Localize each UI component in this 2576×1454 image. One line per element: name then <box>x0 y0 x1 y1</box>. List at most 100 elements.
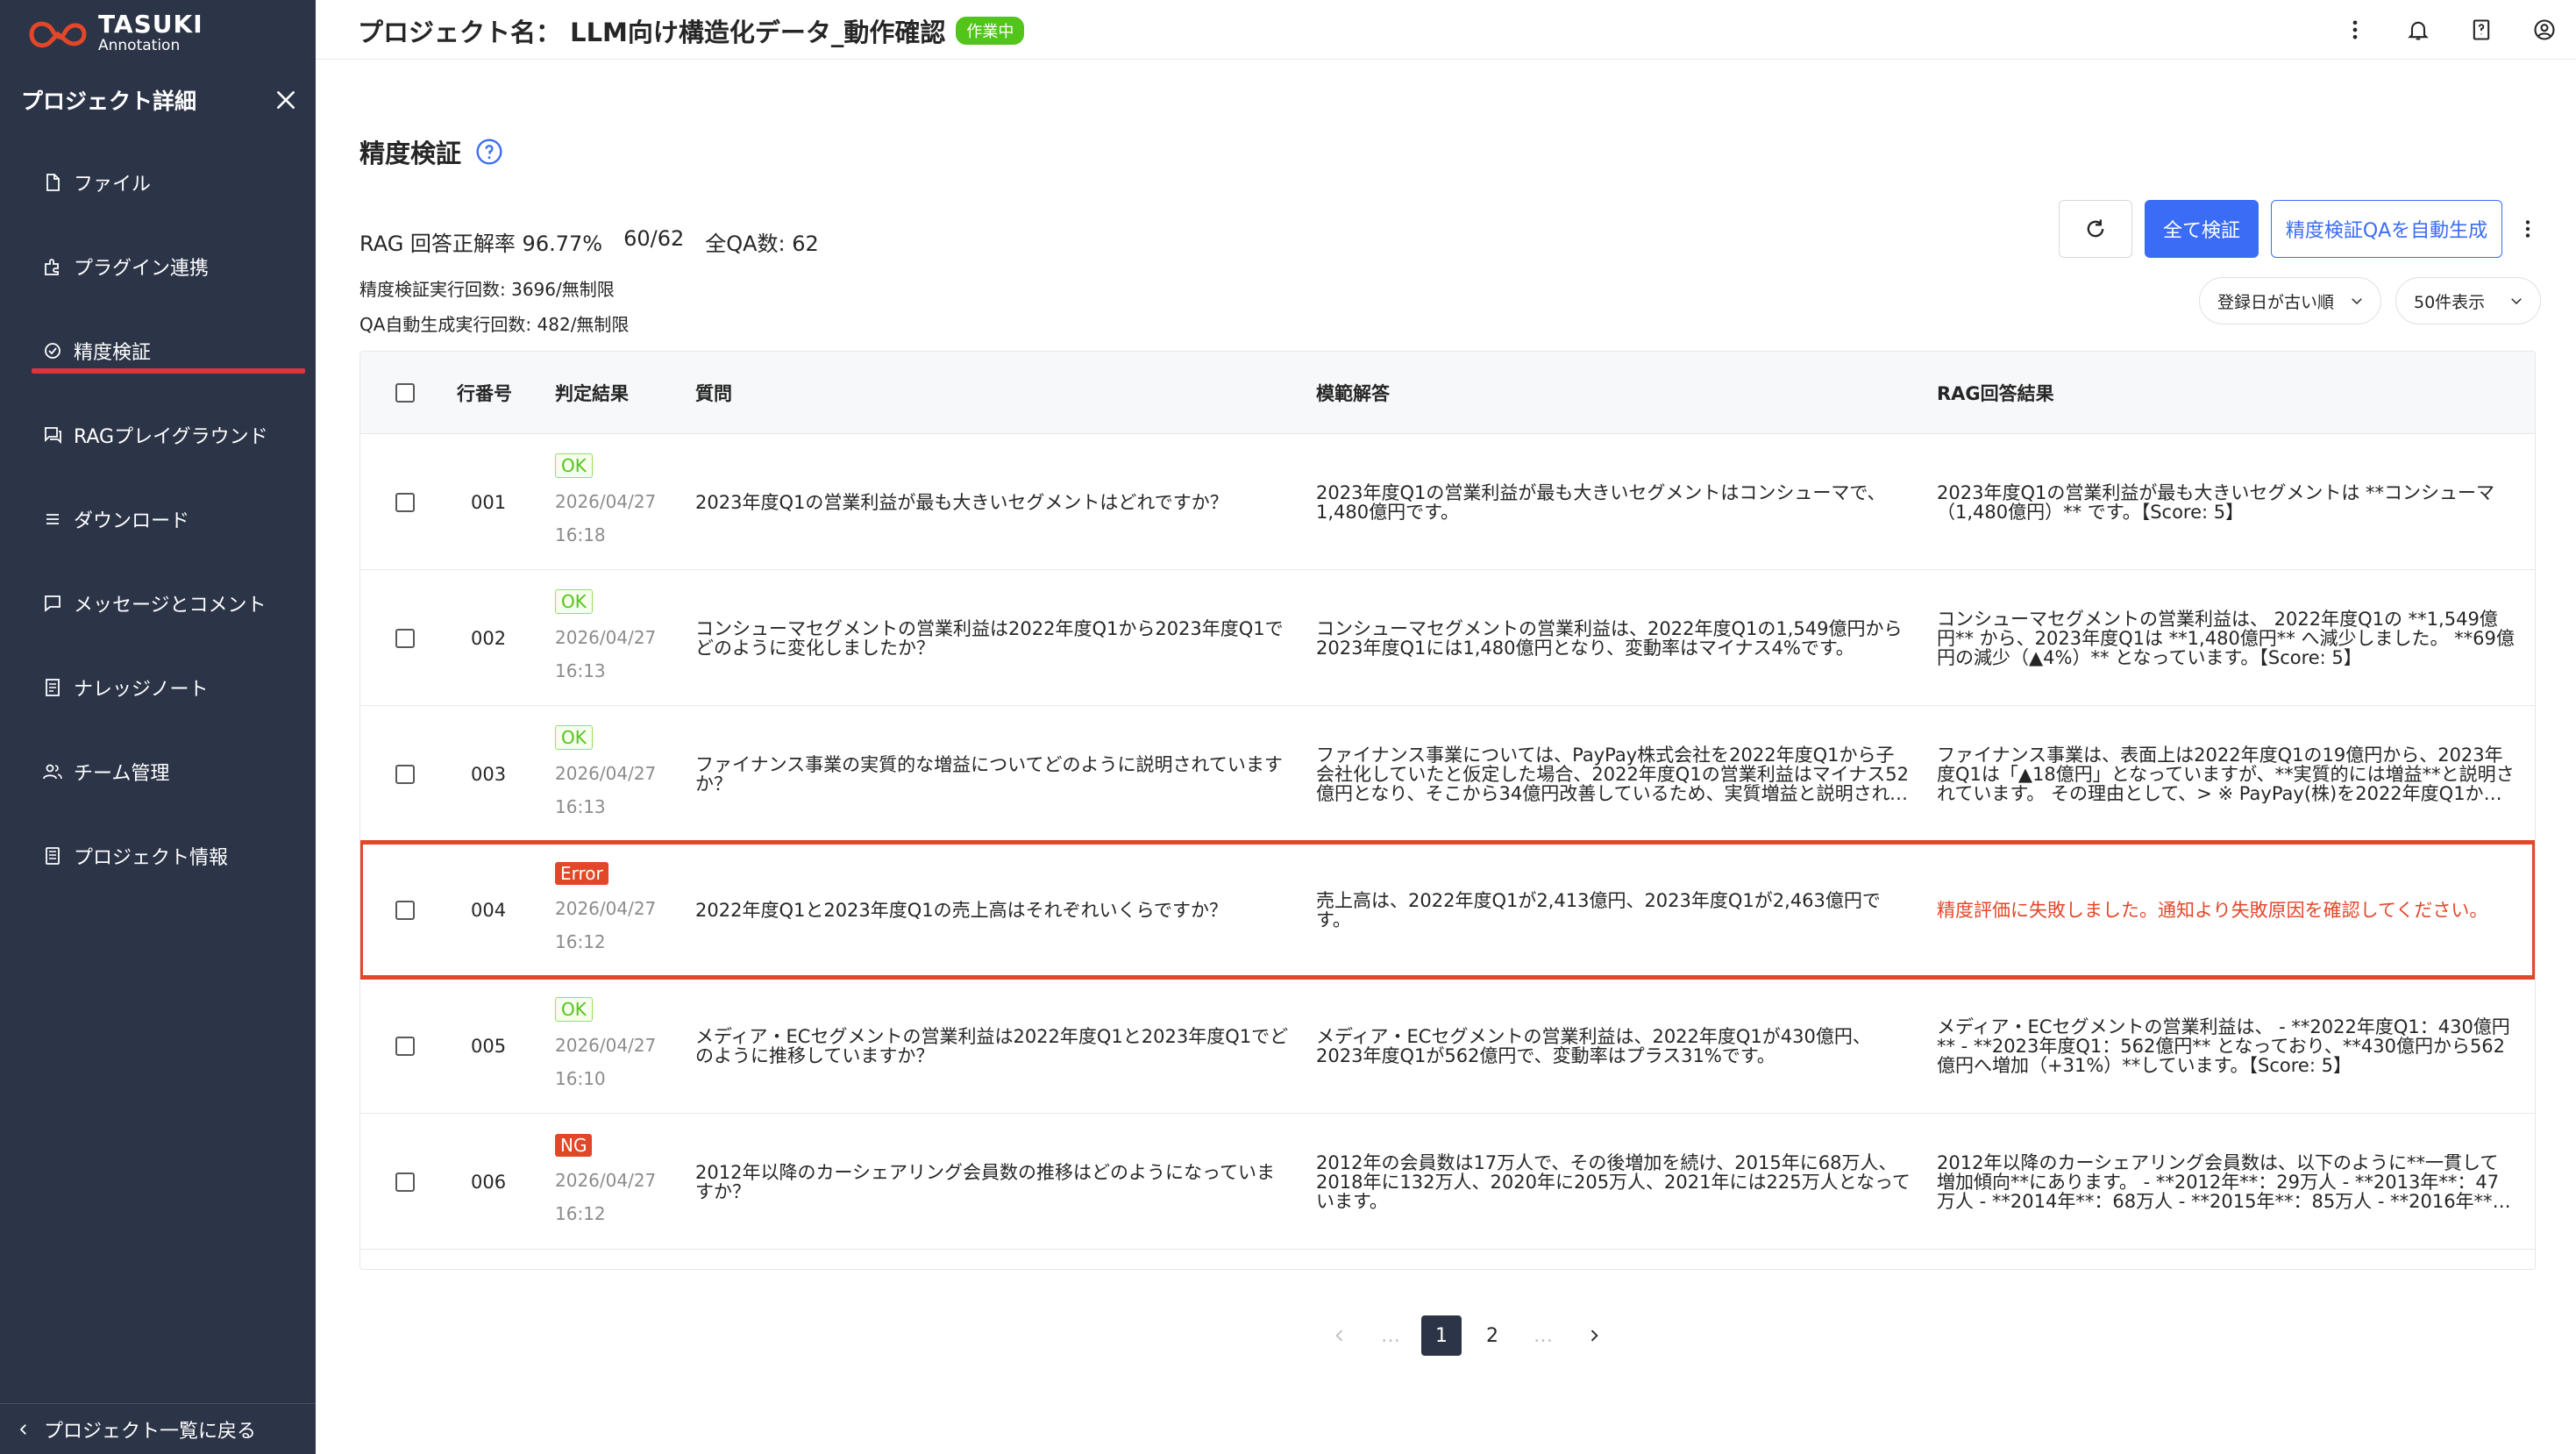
verdict-cell: OK <box>555 1250 678 1269</box>
status-badge: 作業中 <box>956 17 1025 45</box>
qa-gen-exec-count: QA自動生成実行回数: 482/無制限 <box>359 314 630 335</box>
table-row[interactable]: OKカーステーション数は2015年から2021年の間にどのように変化しましたか？… <box>360 1250 2535 1269</box>
book-help-icon <box>2473 19 2490 40</box>
row-checkbox[interactable] <box>395 1036 415 1056</box>
sidebar-item-label: プラグイン連携 <box>74 258 210 280</box>
sidebar-item-label: プロジェクト情報 <box>74 847 229 869</box>
back-link-label: プロジェクト一覧に戻る <box>44 1420 257 1443</box>
actions-more-button[interactable] <box>2515 200 2541 258</box>
table-row[interactable]: 005 OK 2026/04/27 16:10 メディア・ECセグメントの営業利益は20… <box>360 978 2535 1114</box>
sidebar-item-rag-playground[interactable]: RAGプレイグラウンド <box>0 393 316 477</box>
row-number: 006 <box>471 1171 507 1193</box>
manual-button[interactable] <box>2450 12 2513 47</box>
verdict-time: 16:13 <box>555 795 606 817</box>
table-row[interactable]: 003 OK 2026/04/27 16:13 ファイナンス事業の実質的な増益についてど… <box>360 706 2535 842</box>
rag-accuracy-ratio: 60/62 <box>623 226 685 251</box>
row-checkbox[interactable] <box>395 628 415 648</box>
table-row[interactable]: 001 OK 2026/04/27 16:18 2023年度Q1の営業利益が最も大きいセ… <box>360 434 2535 570</box>
verdict-time: 16:13 <box>555 659 606 681</box>
back-to-projects-link[interactable]: プロジェクト一覧に戻る <box>0 1403 316 1454</box>
table-row[interactable]: 002 OK 2026/04/27 16:13 コンシューマセグメントの営業利益は202… <box>360 570 2535 706</box>
sidebar-item-project-info[interactable]: プロジェクト情報 <box>0 814 316 898</box>
row-number: 001 <box>471 491 507 513</box>
row-checkbox[interactable] <box>395 1172 415 1192</box>
col-verdict: 判定結果 <box>555 383 629 404</box>
sidebar-item-label: チーム管理 <box>74 763 170 785</box>
sort-order-select[interactable]: 登録日が古い順 <box>2199 277 2381 324</box>
sidebar-item-label: ダウンロード <box>74 510 190 532</box>
team-icon <box>43 764 62 780</box>
file-icon <box>46 174 60 191</box>
verdict-tag: OK <box>555 588 593 614</box>
sidebar-item-knowledge[interactable]: ナレッジノート <box>0 645 316 730</box>
logo[interactable]: TASUKI Annotation <box>26 7 289 58</box>
sidebar-item-label: 精度検証 <box>74 342 152 364</box>
page-2-button[interactable]: 2 <box>1472 1315 1512 1356</box>
question-text: 2012年以降のカーシェアリング会員数の推移はどのようになっていますか？ <box>695 1162 1275 1201</box>
question-text: コンシューマセグメントの営業利益は2022年度Q1から2023年度Q1でどのよう… <box>695 618 1284 658</box>
verify-exec-count: 精度検証実行回数: 3696/無制限 <box>359 279 615 300</box>
verdict-tag: OK <box>555 724 593 750</box>
page-ellipsis: … <box>1381 1324 1400 1347</box>
verdict-date: 2026/04/27 <box>555 1034 657 1056</box>
info-doc-icon <box>46 847 60 865</box>
note-icon <box>46 679 60 696</box>
more-vertical-icon <box>2352 20 2358 39</box>
table-row[interactable]: 004 Error 2026/04/27 16:12 2022年度Q1と2023年度Q1… <box>360 840 2535 980</box>
row-number: 004 <box>471 899 507 921</box>
close-sidebar-button[interactable] <box>270 84 302 116</box>
next-page-button[interactable] <box>1574 1315 1614 1356</box>
sidebar-item-team[interactable]: チーム管理 <box>0 730 316 814</box>
top-bar: プロジェクト名： LLM向け構造化データ_動作確認 作業中 <box>316 0 2576 60</box>
col-rag-result: RAG回答結果 <box>1937 383 2054 404</box>
row-checkbox[interactable] <box>395 764 415 784</box>
sidebar-title: プロジェクト詳細 <box>21 89 197 114</box>
row-checkbox[interactable] <box>395 492 415 512</box>
sidebar-item-accuracy[interactable]: 精度検証 <box>0 309 316 393</box>
sidebar-item-download[interactable]: ダウンロード <box>0 477 316 561</box>
row-checkbox[interactable] <box>395 900 415 920</box>
model-answer-text: 売上高は、2022年度Q1が2,413億円、2023年度Q1が2,463億円です… <box>1316 890 1881 930</box>
sidebar-item-plugin[interactable]: プラグイン連携 <box>0 225 316 309</box>
page-size-select[interactable]: 50件表示 <box>2395 277 2541 324</box>
select-all-checkbox[interactable] <box>395 383 415 403</box>
rag-result-text: コンシューマセグメントの営業利益は、 2022年度Q1の **1,549億円**… <box>1937 609 2515 667</box>
help-icon[interactable] <box>475 138 503 166</box>
page-1-button[interactable]: 1 <box>1421 1315 1462 1356</box>
logo-sub: Annotation <box>98 36 181 54</box>
auto-generate-qa-button[interactable]: 精度検証QAを自動生成 <box>2271 200 2502 258</box>
bell-icon <box>2408 21 2429 40</box>
account-button[interactable] <box>2513 12 2576 47</box>
sidebar-item-file[interactable]: ファイル <box>0 140 316 225</box>
sidebar-item-label: ナレッジノート <box>74 679 209 701</box>
user-circle-icon <box>2534 19 2555 40</box>
verdict-date: 2026/04/27 <box>555 762 657 784</box>
verify-all-button[interactable]: 全て検証 <box>2145 200 2259 258</box>
rag-result-text: ファイナンス事業は、表面上は2022年度Q1の19億円から、2023年度Q1は「… <box>1937 745 2515 803</box>
model-answer-text: メディア・ECセグメントの営業利益は、2022年度Q1が430億円、2023年度… <box>1316 1026 1871 1066</box>
more-menu-button[interactable] <box>2323 12 2387 47</box>
rag-result-text: 2023年度Q1の営業利益が最も大きいセグメントは **コンシューマ（1,480… <box>1937 482 2495 522</box>
notifications-button[interactable] <box>2387 12 2450 47</box>
chevron-left-icon <box>19 1423 26 1435</box>
sidebar-item-messages[interactable]: メッセージとコメント <box>0 561 316 645</box>
verdict-date: 2026/04/27 <box>555 490 657 512</box>
chevron-down-icon <box>2352 298 2362 305</box>
verdict-tag: OK <box>555 996 593 1022</box>
refresh-button[interactable] <box>2059 200 2132 258</box>
accuracy-stats: RAG 回答正解率 96.77% 60/62 全QA数: 62 <box>359 226 819 257</box>
model-answer-text: 2023年度Q1の営業利益が最も大きいセグメントはコンシューマで、1,480億円… <box>1316 482 1886 522</box>
more-vertical-icon <box>2525 220 2530 238</box>
table-row[interactable]: 006 NG 2026/04/27 16:12 2012年以降のカーシェアリング会員数の… <box>360 1114 2535 1250</box>
chevron-right-icon <box>1590 1329 1598 1342</box>
table-body: 001 OK 2026/04/27 16:18 2023年度Q1の営業利益が最も大きいセ… <box>360 434 2535 1269</box>
message-icon <box>45 595 60 612</box>
logo-name: TASUKI <box>98 9 203 39</box>
rag-result-text: メディア・ECセグメントの営業利益は、 - **2022年度Q1：430億円**… <box>1937 1016 2510 1075</box>
verdict-cell: OK 2026/04/27 16:13 <box>555 570 678 706</box>
pagination: … 1 2 … <box>1320 1315 1614 1356</box>
sort-order-value: 登録日が古い順 <box>2217 292 2335 312</box>
prev-page-button[interactable] <box>1320 1315 1360 1356</box>
verdict-cell: OK 2026/04/27 16:10 <box>555 978 678 1114</box>
verdict-date: 2026/04/27 <box>555 1169 657 1191</box>
